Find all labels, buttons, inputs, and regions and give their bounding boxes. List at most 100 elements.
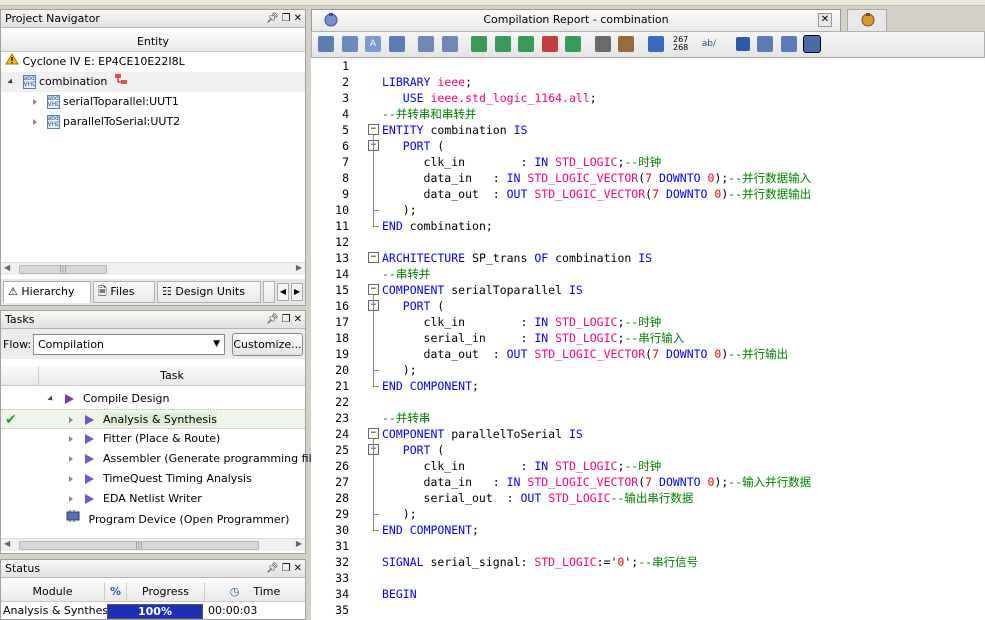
fold-toggle-icon[interactable]: − bbox=[368, 284, 379, 295]
module-column-header[interactable]: Module bbox=[1, 582, 105, 602]
percent-column-header[interactable]: % bbox=[105, 582, 127, 602]
task-row-fitter[interactable]: Fitter (Place & Route) bbox=[1, 429, 305, 449]
collapse-arrow-icon[interactable] bbox=[69, 456, 73, 462]
task-row-compile-design[interactable]: Compile Design bbox=[1, 389, 305, 409]
tree-item-combination[interactable]: abd VHD combination bbox=[1, 72, 305, 92]
comment-icon[interactable] bbox=[735, 37, 750, 51]
fold-toggle-icon[interactable]: − bbox=[368, 124, 379, 135]
pin-icon[interactable]: 📌︎ bbox=[266, 10, 279, 27]
tab-design-units[interactable]: ☷ Design Units bbox=[157, 281, 261, 303]
task-row-timequest[interactable]: TimeQuest Timing Analysis bbox=[1, 469, 305, 489]
tree-item-uut1[interactable]: abd VHD serialToparallel:UUT1 bbox=[1, 92, 305, 112]
clear-bookmarks-icon[interactable] bbox=[541, 36, 558, 52]
close-icon[interactable]: ✕ bbox=[294, 10, 302, 27]
expand-arrow-icon[interactable] bbox=[47, 395, 55, 403]
code-token: COMPONENT bbox=[382, 283, 445, 297]
collapse-arrow-icon[interactable] bbox=[33, 119, 37, 125]
goto-icon[interactable] bbox=[388, 36, 405, 52]
close-icon[interactable]: ✕ bbox=[294, 311, 302, 328]
tab-files[interactable]: 🗎︎ Files bbox=[93, 281, 155, 303]
restore-icon[interactable]: ❐ bbox=[282, 10, 291, 27]
code-line: USE ieee.std_logic_1164.all; bbox=[382, 90, 597, 106]
full-screen-icon[interactable] bbox=[803, 35, 822, 53]
collapse-arrow-icon[interactable] bbox=[33, 99, 37, 105]
code-line: PORT ( bbox=[382, 138, 445, 154]
check-syntax-icon[interactable] bbox=[647, 36, 664, 52]
task-row-program-device[interactable]: Program Device (Open Programmer) bbox=[1, 509, 305, 529]
status-column-header[interactable] bbox=[1, 366, 39, 386]
close-icon[interactable]: ✕ bbox=[294, 560, 302, 577]
word-wrap-icon[interactable]: ab/ bbox=[702, 39, 716, 49]
code-token: data_in : bbox=[382, 475, 507, 489]
tab-hierarchy-label: Hierarchy bbox=[21, 285, 75, 298]
code-line: PORT ( bbox=[382, 298, 445, 314]
code-token: data_out : bbox=[382, 347, 507, 361]
collapse-arrow-icon[interactable] bbox=[69, 496, 73, 502]
collapse-arrow-icon[interactable] bbox=[69, 417, 73, 423]
replace-icon[interactable]: A bbox=[365, 36, 381, 52]
close-icon[interactable]: ✕ bbox=[818, 13, 832, 27]
template-icon[interactable] bbox=[618, 36, 634, 52]
collapse-arrow-icon[interactable] bbox=[69, 436, 73, 442]
scroll-left-icon[interactable]: ◀ bbox=[4, 539, 10, 548]
time-column-header[interactable]: ◷ Time bbox=[205, 582, 305, 602]
uncomment-icon[interactable] bbox=[757, 36, 774, 52]
navigator-hscrollbar[interactable]: ◀ ||| ▶ bbox=[1, 262, 305, 275]
code-token: --并行数据输入 bbox=[728, 171, 812, 185]
find-icon[interactable] bbox=[341, 36, 358, 52]
prev-bookmark-icon[interactable] bbox=[518, 36, 534, 52]
code-token: --串转并 bbox=[382, 267, 431, 281]
tree-item-uut2[interactable]: abd VHD parallelToSerial:UUT2 bbox=[1, 112, 305, 132]
task-row-assembler[interactable]: Assembler (Generate programming files) bbox=[1, 449, 328, 469]
tab-scroll-right-icon[interactable]: ▶ bbox=[291, 283, 303, 301]
status-row[interactable]: Analysis & Synthesis 100% 00:00:03 bbox=[1, 602, 305, 620]
line-number: 11 bbox=[335, 219, 349, 233]
task-row-analysis-synthesis[interactable]: ✔ Analysis & Synthesis bbox=[1, 409, 305, 429]
line-number-icon[interactable]: 267 268 bbox=[673, 36, 688, 52]
bookmark-icon[interactable] bbox=[471, 36, 487, 52]
code-token: ); bbox=[714, 171, 729, 185]
flow-select[interactable]: Compilation ▼ bbox=[33, 334, 225, 355]
tab-more[interactable] bbox=[263, 281, 275, 303]
indent-icon[interactable] bbox=[418, 36, 434, 52]
code-line: data_in : IN STD_LOGIC_VECTOR(7 DOWNTO 0… bbox=[382, 170, 812, 186]
tab-compilation-report[interactable]: Compilation Report - combination ✕ bbox=[311, 9, 841, 31]
device-row[interactable]: Cyclone IV E: EP4CE10E22I8L bbox=[1, 52, 305, 72]
outdent-icon[interactable] bbox=[441, 36, 458, 52]
scroll-left-icon[interactable]: ◀ bbox=[4, 263, 10, 272]
restore-icon[interactable]: ❐ bbox=[282, 311, 291, 328]
bookmark-list-icon[interactable] bbox=[565, 36, 581, 52]
code-line: data_in : IN STD_LOGIC_VECTOR(7 DOWNTO 0… bbox=[382, 474, 812, 490]
fold-toggle-icon[interactable]: − bbox=[368, 252, 379, 263]
tab-source-file[interactable] bbox=[847, 9, 887, 31]
scroll-thumb[interactable]: ||| bbox=[19, 265, 107, 274]
scroll-right-icon[interactable]: ▶ bbox=[296, 263, 302, 272]
expand-arrow-icon[interactable] bbox=[7, 78, 15, 86]
next-bookmark-icon[interactable] bbox=[494, 36, 511, 52]
pin-icon[interactable]: 📌︎ bbox=[266, 560, 279, 577]
toggle-view-icon[interactable] bbox=[780, 36, 797, 52]
code-editor[interactable]: 12345−6−78910111213−1415−16−171819202122… bbox=[311, 58, 985, 620]
scroll-thumb[interactable]: ||| bbox=[19, 541, 259, 550]
collapse-arrow-icon[interactable] bbox=[69, 476, 73, 482]
entity-column-header[interactable]: Entity bbox=[1, 32, 305, 52]
fold-toggle-icon[interactable]: − bbox=[368, 428, 379, 439]
tab-hierarchy[interactable]: ⚠ Hierarchy bbox=[3, 281, 91, 303]
task-column-header[interactable]: Task bbox=[39, 366, 305, 386]
tasks-hscrollbar[interactable]: ◀ ||| ▶ bbox=[1, 538, 305, 551]
restore-icon[interactable]: ❐ bbox=[282, 560, 291, 577]
tab-scroll-left-icon[interactable]: ◀ bbox=[277, 283, 289, 301]
progress-column-header[interactable]: Progress bbox=[127, 582, 205, 602]
attach-icon[interactable] bbox=[594, 36, 611, 52]
scroll-right-icon[interactable]: ▶ bbox=[296, 539, 302, 548]
edit-icon[interactable] bbox=[318, 36, 334, 52]
pin-icon[interactable]: 📌︎ bbox=[266, 311, 279, 328]
warning-icon bbox=[5, 52, 19, 72]
code-token: STD_LOGIC bbox=[534, 555, 597, 569]
code-token: STD_LOGIC bbox=[555, 459, 618, 473]
code-token: --时钟 bbox=[624, 459, 662, 473]
code-line: --并转串 bbox=[382, 410, 430, 426]
task-row-eda-netlist[interactable]: EDA Netlist Writer bbox=[1, 489, 305, 509]
customize-button[interactable]: Customize... bbox=[232, 333, 303, 356]
